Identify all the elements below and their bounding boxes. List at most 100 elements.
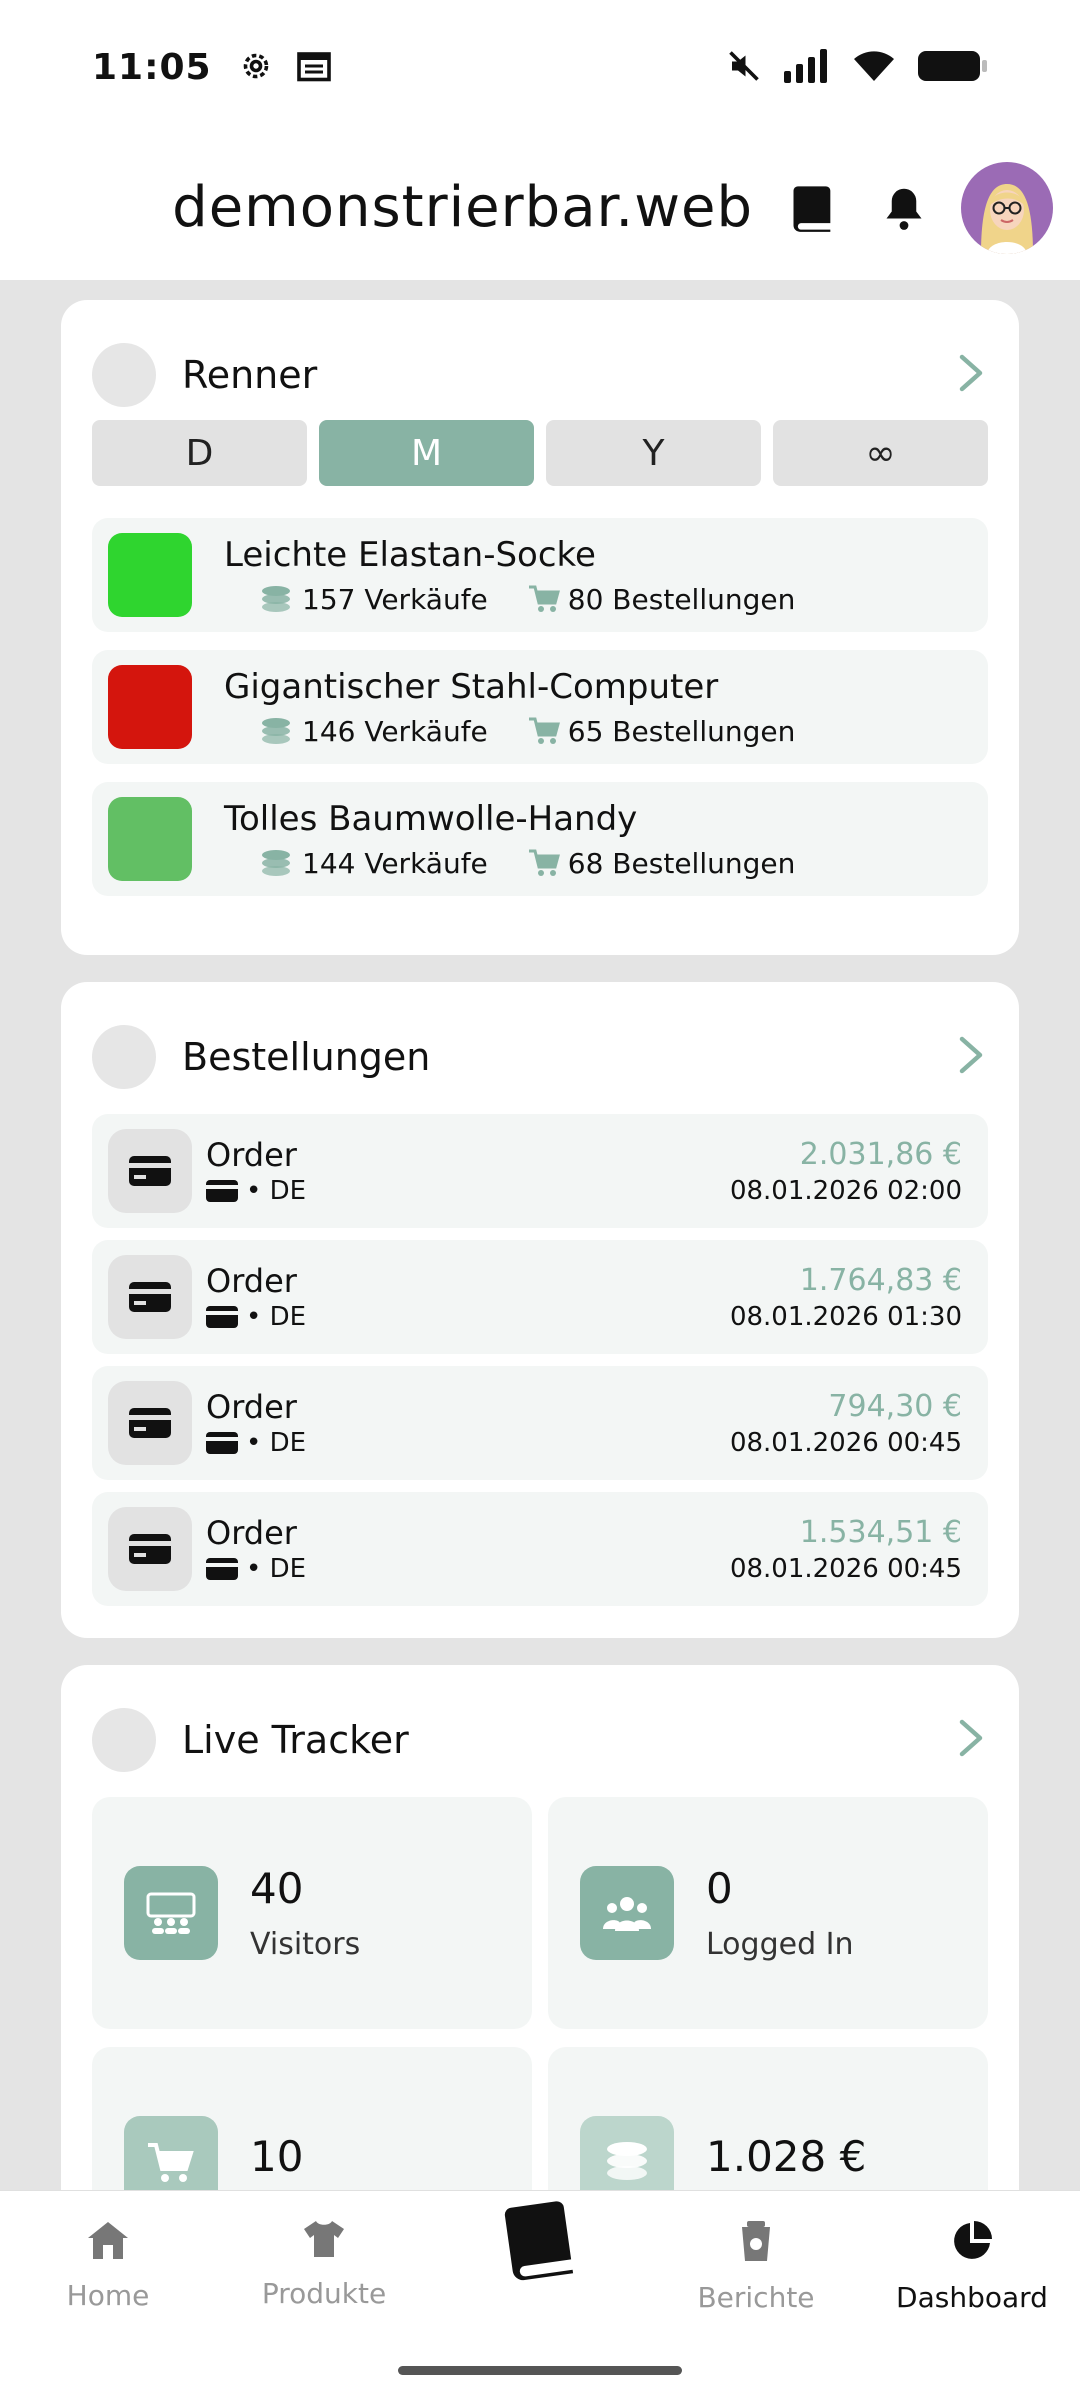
order-title: Order <box>206 1136 297 1174</box>
home-indicator <box>398 2366 682 2375</box>
order-title: Order <box>206 1514 297 1552</box>
order-amount: 2.031,86 € <box>799 1136 962 1172</box>
period-m-button[interactable]: M <box>319 420 534 486</box>
orders-header[interactable]: Bestellungen <box>92 982 988 1122</box>
chevron-right-icon[interactable] <box>958 353 984 397</box>
period-d-button[interactable]: D <box>92 420 307 486</box>
order-country: • DE <box>246 1176 307 1206</box>
cart-icon <box>528 585 560 612</box>
order-country: • DE <box>246 1428 307 1458</box>
orders-circle-icon <box>92 1025 156 1089</box>
nav-label: Home <box>66 2279 150 2312</box>
order-date: 08.01.2026 00:45 <box>729 1553 962 1584</box>
nav-home[interactable]: Home <box>0 2191 216 2400</box>
battery-icon <box>918 49 988 87</box>
product-sales: 144 Verkäufe <box>302 846 488 880</box>
book-icon <box>504 2201 574 2281</box>
users-icon <box>580 1866 674 1960</box>
product-name: Gigantischer Stahl-Computer <box>224 666 719 707</box>
tracker-tile-visitors[interactable]: 40 Visitors <box>92 1797 532 2029</box>
dashboard-content[interactable]: Renner D M Y ∞ Leichte Elastan-Socke 157… <box>0 280 1080 2190</box>
live-tracker-card: Live Tracker 40 Visitors 0 Logged In 10 … <box>61 1665 1019 2190</box>
product-orders: 65 Bestellungen <box>567 714 796 748</box>
avatar[interactable] <box>961 161 1053 254</box>
product-item[interactable]: Leichte Elastan-Socke 157 Verkäufe 80 Be… <box>92 518 988 632</box>
product-list: Leichte Elastan-Socke 157 Verkäufe 80 Be… <box>92 518 988 896</box>
app-header: demonstrierbar.web <box>0 135 1080 280</box>
tracker-label: Visitors <box>250 1927 361 1962</box>
pie-chart-icon <box>954 2221 992 2259</box>
cart-icon <box>528 717 560 744</box>
coins-icon <box>262 850 290 876</box>
tracker-label: Logged In <box>706 1927 854 1962</box>
tracker-tile-revenue[interactable]: 1.028 € <box>548 2047 988 2190</box>
order-row[interactable]: Order • DE 2.031,86 € 08.01.2026 02:00 <box>92 1114 988 1228</box>
nav-label: Dashboard <box>896 2281 1048 2314</box>
live-tracker-title: Live Tracker <box>182 1718 409 1762</box>
chevron-right-icon[interactable] <box>958 1718 984 1762</box>
order-row[interactable]: Order • DE 1.534,51 € 08.01.2026 00:45 <box>92 1492 988 1606</box>
cart-icon <box>124 2116 218 2190</box>
visitors-icon <box>124 1866 218 1960</box>
order-amount: 1.534,51 € <box>799 1514 962 1550</box>
tracker-value: 0 <box>706 1864 733 1913</box>
product-orders: 80 Bestellungen <box>567 582 796 616</box>
order-date: 08.01.2026 00:45 <box>729 1427 962 1458</box>
nav-label: Produkte <box>261 2277 387 2310</box>
product-thumbnail <box>108 533 192 617</box>
tracker-value: 1.028 € <box>706 2131 867 2181</box>
coins-icon <box>262 586 290 612</box>
calendar-icon <box>296 49 332 87</box>
order-title: Order <box>206 1388 297 1426</box>
credit-card-icon <box>108 1381 192 1465</box>
tracker-value: 40 <box>250 1864 304 1913</box>
payment-card-icon <box>206 1432 238 1454</box>
wifi-icon <box>852 49 896 87</box>
orders-title: Bestellungen <box>182 1035 431 1079</box>
order-date: 08.01.2026 02:00 <box>729 1175 962 1206</box>
order-row[interactable]: Order • DE 794,30 € 08.01.2026 00:45 <box>92 1366 988 1480</box>
period-all-button[interactable]: ∞ <box>773 420 988 486</box>
coins-icon <box>580 2116 674 2190</box>
renner-title: Renner <box>182 353 318 397</box>
nav-dashboard[interactable]: Dashboard <box>864 2191 1080 2400</box>
report-icon <box>742 2221 770 2261</box>
bell-icon[interactable] <box>883 185 925 231</box>
app-title: demonstrierbar.web <box>172 175 753 240</box>
book-icon[interactable] <box>787 182 839 234</box>
payment-card-icon <box>206 1180 238 1202</box>
renner-header[interactable]: Renner <box>92 300 988 440</box>
tracker-tile-cart[interactable]: 10 <box>92 2047 532 2190</box>
product-sales: 157 Verkäufe <box>302 582 488 616</box>
product-name: Tolles Baumwolle-Handy <box>224 798 638 839</box>
product-thumbnail <box>108 665 192 749</box>
order-amount: 1.764,83 € <box>799 1262 962 1298</box>
live-tracker-circle-icon <box>92 1708 156 1772</box>
product-thumbnail <box>108 797 192 881</box>
renner-card: Renner D M Y ∞ Leichte Elastan-Socke 157… <box>61 300 1019 955</box>
order-country: • DE <box>246 1302 307 1332</box>
payment-card-icon <box>206 1558 238 1580</box>
credit-card-icon <box>108 1129 192 1213</box>
live-tracker-header[interactable]: Live Tracker <box>92 1665 988 1805</box>
status-bar: 11:05 <box>0 0 1080 135</box>
credit-card-icon <box>108 1255 192 1339</box>
tracker-value: 10 <box>250 2131 304 2181</box>
order-country: • DE <box>246 1554 307 1584</box>
tracker-tile-logged-in[interactable]: 0 Logged In <box>548 1797 988 2029</box>
chevron-right-icon[interactable] <box>958 1035 984 1079</box>
orders-card: Bestellungen Order • DE 2.031,86 € 08.01… <box>61 982 1019 1638</box>
order-row[interactable]: Order • DE 1.764,83 € 08.01.2026 01:30 <box>92 1240 988 1354</box>
product-sales: 146 Verkäufe <box>302 714 488 748</box>
mute-icon <box>726 48 762 88</box>
product-item[interactable]: Gigantischer Stahl-Computer 146 Verkäufe… <box>92 650 988 764</box>
settings-icon <box>238 48 274 88</box>
product-item[interactable]: Tolles Baumwolle-Handy 144 Verkäufe 68 B… <box>92 782 988 896</box>
product-name: Leichte Elastan-Socke <box>224 534 596 575</box>
payment-card-icon <box>206 1306 238 1328</box>
period-y-button[interactable]: Y <box>546 420 761 486</box>
product-orders: 68 Bestellungen <box>567 846 796 880</box>
period-selector: D M Y ∞ <box>92 420 988 486</box>
signal-icon <box>784 48 830 87</box>
coins-icon <box>262 718 290 744</box>
